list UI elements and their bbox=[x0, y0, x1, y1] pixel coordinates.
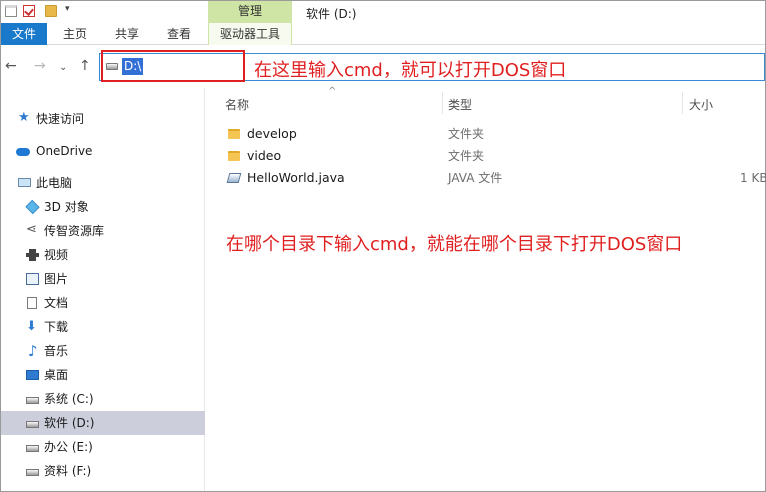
sidebar-item-label: 文档 bbox=[44, 296, 69, 310]
column-header-type[interactable]: 类型 bbox=[448, 96, 472, 113]
annotation-highlight-box bbox=[101, 50, 245, 82]
tab-home[interactable]: 主页 bbox=[53, 23, 97, 45]
file-row-video[interactable]: video 文件夹 bbox=[206, 145, 765, 167]
music-icon bbox=[26, 339, 39, 363]
manage-tab[interactable]: 管理 bbox=[208, 1, 292, 23]
file-name: HelloWorld.java bbox=[247, 170, 345, 185]
sidebar-item-label: 软件 (D:) bbox=[44, 416, 95, 430]
drive-icon bbox=[26, 397, 39, 404]
sidebar-item-downloads[interactable]: 下载 bbox=[1, 315, 205, 339]
column-divider[interactable] bbox=[682, 92, 683, 114]
folder-icon[interactable] bbox=[45, 5, 57, 17]
directory-annotation: 在哪个目录下输入cmd，就能在哪个目录下打开DOS窗口 bbox=[226, 234, 683, 255]
sidebar-item-drive-c[interactable]: 系统 (C:) bbox=[1, 387, 205, 411]
sidebar-item-this-pc[interactable]: 此电脑 bbox=[1, 171, 205, 195]
sidebar-item-3d-objects[interactable]: 3D 对象 bbox=[1, 195, 205, 219]
checkmark-icon[interactable] bbox=[23, 5, 35, 17]
java-file-icon bbox=[226, 173, 242, 183]
share-icon bbox=[26, 218, 39, 242]
recent-locations-chevron-icon[interactable]: ⌄ bbox=[59, 61, 67, 75]
tab-drive-tools[interactable]: 驱动器工具 bbox=[208, 23, 292, 45]
sidebar-item-label: 视频 bbox=[44, 248, 69, 262]
sidebar-item-onedrive[interactable]: OneDrive bbox=[1, 139, 205, 163]
sidebar-item-label: 系统 (C:) bbox=[44, 392, 94, 406]
sort-ascending-icon: ^ bbox=[328, 86, 337, 97]
sidebar-item-music[interactable]: 音乐 bbox=[1, 339, 205, 363]
sidebar-item-label: 下载 bbox=[44, 320, 69, 334]
sidebar-item-label: 办公 (E:) bbox=[44, 440, 93, 454]
tab-share[interactable]: 共享 bbox=[105, 23, 149, 45]
navigation-pane: 快速访问 OneDrive 此电脑 3D 对象 传智资源库 视频 图片 文档 下… bbox=[1, 88, 205, 491]
sidebar-item-label: 此电脑 bbox=[36, 176, 73, 190]
drive-icon bbox=[26, 445, 39, 452]
computer-icon bbox=[18, 178, 31, 187]
picture-icon bbox=[26, 273, 39, 285]
sidebar-item-label: OneDrive bbox=[36, 144, 93, 158]
cube-icon bbox=[25, 199, 40, 215]
desktop-icon bbox=[26, 370, 39, 380]
video-icon bbox=[26, 249, 39, 261]
navigation-bar: ← → ⌄ ↑ D:\ 在这里输入cmd，就可以打开DOS窗口 bbox=[1, 46, 765, 88]
drive-icon bbox=[26, 421, 39, 428]
sidebar-item-label: 图片 bbox=[44, 272, 69, 286]
sidebar-item-label: 音乐 bbox=[44, 344, 69, 358]
sidebar-item-drive-f[interactable]: 资料 (F:) bbox=[1, 459, 205, 483]
column-divider[interactable] bbox=[442, 92, 443, 114]
cloud-icon bbox=[16, 148, 30, 156]
sidebar-item-label: 传智资源库 bbox=[44, 224, 105, 238]
column-header-name[interactable]: 名称 bbox=[225, 96, 249, 113]
title-bar: ▾ 管理 软件 (D:) bbox=[1, 1, 765, 23]
window-title: 软件 (D:) bbox=[306, 7, 357, 21]
drive-icon bbox=[26, 469, 39, 476]
sidebar-item-resource-library[interactable]: 传智资源库 bbox=[1, 218, 205, 243]
ribbon-tabs: 文件 主页 共享 查看 驱动器工具 bbox=[1, 23, 765, 45]
sidebar-item-videos[interactable]: 视频 bbox=[1, 243, 205, 267]
forward-arrow-icon[interactable]: → bbox=[34, 59, 46, 73]
tab-view[interactable]: 查看 bbox=[157, 23, 201, 45]
sidebar-item-pictures[interactable]: 图片 bbox=[1, 267, 205, 291]
sidebar-item-label: 资料 (F:) bbox=[44, 464, 92, 478]
file-row-develop[interactable]: develop 文件夹 bbox=[206, 123, 765, 145]
sidebar-item-label: 3D 对象 bbox=[44, 200, 89, 214]
folder-icon bbox=[228, 129, 240, 139]
sidebar-item-drive-e[interactable]: 办公 (E:) bbox=[1, 435, 205, 459]
file-list-pane: 名称 ^ 类型 大小 develop 文件夹 video 文件夹 HelloWo… bbox=[206, 86, 766, 491]
download-icon bbox=[26, 315, 39, 339]
star-icon bbox=[18, 106, 31, 130]
folder-icon bbox=[228, 151, 240, 161]
file-name: develop bbox=[247, 126, 297, 141]
address-annotation: 在这里输入cmd，就可以打开DOS窗口 bbox=[254, 60, 567, 81]
file-type: 文件夹 bbox=[448, 127, 485, 141]
customize-quick-access-dropdown[interactable]: ▾ bbox=[65, 4, 70, 14]
file-name: video bbox=[247, 148, 282, 163]
tab-file[interactable]: 文件 bbox=[1, 23, 47, 45]
file-type: 文件夹 bbox=[448, 149, 485, 163]
file-size: 1 KB bbox=[740, 171, 766, 185]
sidebar-item-label: 桌面 bbox=[44, 368, 69, 382]
column-header-size[interactable]: 大小 bbox=[689, 96, 713, 113]
sidebar-item-drive-d[interactable]: 软件 (D:) bbox=[1, 411, 205, 435]
properties-icon[interactable] bbox=[5, 5, 17, 17]
sidebar-item-desktop[interactable]: 桌面 bbox=[1, 363, 205, 387]
back-arrow-icon[interactable]: ← bbox=[5, 59, 17, 73]
file-type: JAVA 文件 bbox=[448, 171, 503, 185]
sidebar-item-quick-access[interactable]: 快速访问 bbox=[1, 106, 205, 131]
sidebar-item-label: 快速访问 bbox=[36, 112, 85, 126]
sidebar-item-documents[interactable]: 文档 bbox=[1, 291, 205, 315]
document-icon bbox=[27, 297, 37, 309]
up-arrow-icon[interactable]: ↑ bbox=[79, 59, 91, 73]
file-row-helloworld[interactable]: HelloWorld.java JAVA 文件 1 KB bbox=[206, 167, 766, 189]
